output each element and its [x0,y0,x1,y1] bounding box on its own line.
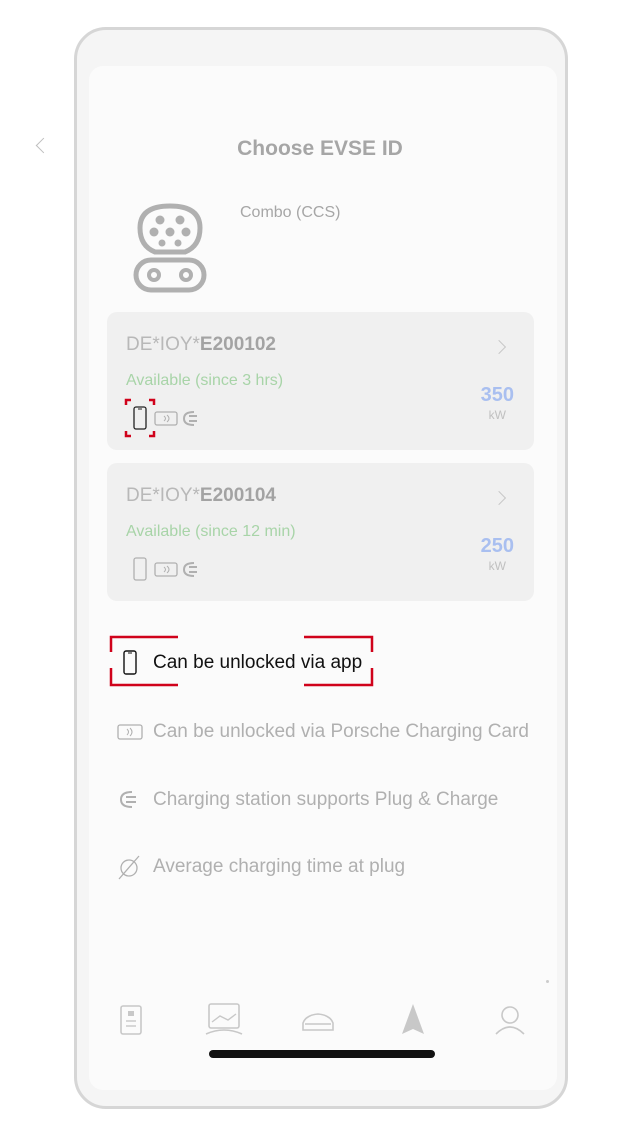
feature-icons [133,557,197,581]
power-unit: kW [488,408,506,422]
legend-item-card: Can be unlocked via Porsche Charging Car… [115,717,535,749]
evse-id: DE*IOY*E200104 [126,485,276,507]
power-value: 350 [480,384,514,406]
plug-and-charge-icon [119,791,136,808]
charging-screen-icon[interactable] [205,1003,243,1035]
connector-name: Combo (CCS) [240,204,341,221]
station-card[interactable]: DE*IOY*E200102 Available (since 3 hrs) 3… [107,312,534,450]
phone-icon [133,406,147,430]
no-average-time-icon [118,855,140,880]
ccs-plug-icon [133,203,207,293]
charging-card-icon [154,562,178,577]
plug-and-charge-icon [182,562,197,577]
evse-id-number: E200104 [199,485,276,506]
plug-and-charge-icon [182,411,197,426]
evse-id: DE*IOY*E200102 [126,334,276,356]
availability-status: Available (since 12 min) [126,523,296,540]
page-title: Choose EVSE ID [237,137,403,160]
evse-id-number: E200102 [199,334,276,355]
availability-status: Available (since 3 hrs) [126,372,284,389]
legend-item-average-time: Average charging time at plug [115,852,535,884]
charging-card-icon [117,724,143,740]
station-card[interactable]: DE*IOY*E200104 Available (since 12 min) … [107,463,534,601]
feature-icons [124,398,197,438]
evse-id-prefix: DE*IOY* [126,334,200,355]
legend-text: Charging station supports Plug & Charge [153,789,499,810]
navigation-arrow-icon[interactable] [402,1004,424,1034]
power-unit: kW [488,559,506,573]
charging-card-icon [154,411,178,426]
car-icon[interactable] [302,1013,334,1031]
red-highlight-bracket [124,398,156,438]
legend-text: Average charging time at plug [153,856,406,877]
chevron-right-icon [491,339,507,355]
red-highlight-bracket [109,635,374,687]
legend-item-plug-and-charge: Charging station supports Plug & Charge [115,785,535,817]
power-value: 250 [480,535,514,557]
evse-id-prefix: DE*IOY* [126,485,200,506]
scroll-indicator [546,980,549,983]
chevron-right-icon [491,490,507,506]
legend-text: Can be unlocked via Porsche Charging Car… [153,721,529,742]
card-icon[interactable] [120,1005,142,1035]
phone-icon [133,557,147,581]
profile-icon[interactable] [495,1006,525,1035]
home-indicator[interactable] [209,1050,435,1058]
